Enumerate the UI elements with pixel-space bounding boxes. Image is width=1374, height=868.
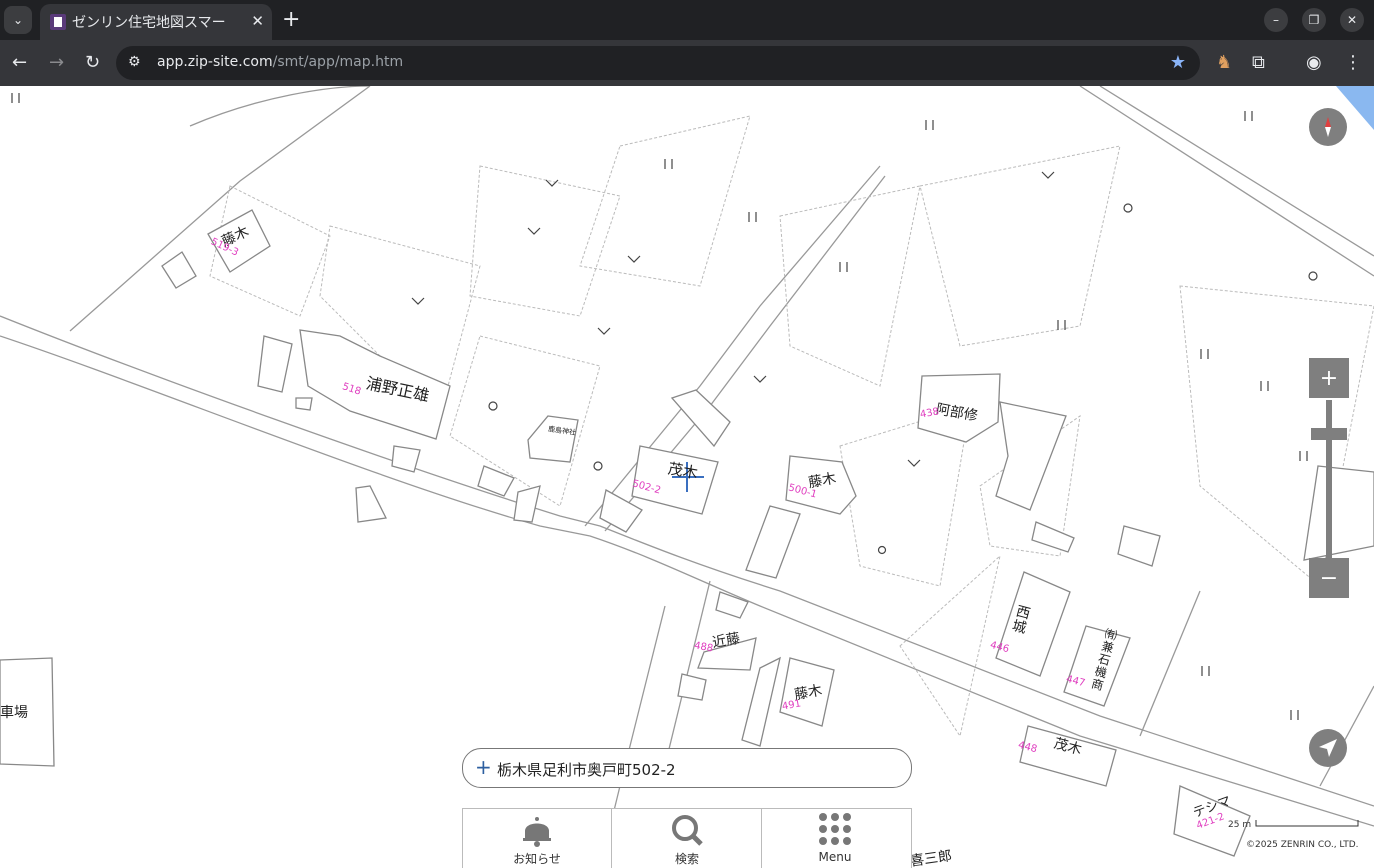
zoom-slider-handle[interactable]	[1311, 428, 1347, 440]
tab-search-button[interactable]: ⌄	[4, 6, 32, 34]
location-arrow-icon	[1319, 739, 1337, 757]
browser-menu-icon[interactable]: ⋮	[1344, 52, 1362, 74]
compass-icon	[1325, 117, 1331, 137]
extension-icon[interactable]: ♞	[1216, 52, 1232, 74]
address-text: 栃木県足利市奥戸町502-2	[497, 761, 676, 779]
menu-label: Menu	[818, 850, 852, 864]
url-path: /smt/app/map.htm	[272, 54, 404, 70]
tab-close-icon[interactable]: ✕	[251, 12, 264, 30]
site-info-icon[interactable]: ⚙	[128, 54, 141, 70]
browser-tab-strip: ⌄ ゼンリン住宅地図スマー ✕ + – ❐ ✕	[0, 0, 1374, 40]
bell-icon	[523, 817, 551, 847]
zoom-out-button[interactable]: −	[1309, 558, 1349, 598]
back-icon[interactable]: ←	[12, 52, 27, 74]
url-host: app.zip-site.com	[157, 54, 273, 70]
zoom-slider-track[interactable]	[1326, 400, 1332, 558]
crosshair-plus-icon: +	[475, 755, 492, 779]
new-tab-icon[interactable]: +	[282, 7, 300, 32]
scale-label: 25 m	[1228, 820, 1252, 830]
map-label-parking: 車場	[0, 705, 28, 721]
notice-label: お知らせ	[513, 852, 561, 866]
search-label: 検索	[674, 852, 699, 866]
forward-icon[interactable]: →	[49, 52, 64, 74]
menu-button[interactable]: Menu	[761, 809, 909, 868]
extensions-puzzle-icon[interactable]: ⧉	[1252, 52, 1265, 74]
address-display[interactable]: + 栃木県足利市奥戸町502-2	[462, 748, 912, 788]
profile-icon[interactable]: ◉	[1306, 52, 1322, 74]
url-text[interactable]: app.zip-site.com/smt/app/map.htm	[157, 54, 403, 70]
zoom-in-button[interactable]: +	[1309, 358, 1349, 398]
bottom-menu-bar: お知らせ 検索 Menu	[462, 808, 912, 868]
notice-button[interactable]: お知らせ	[463, 809, 612, 868]
restore-icon[interactable]: ❐	[1302, 8, 1326, 32]
tab-title: ゼンリン住宅地図スマー	[72, 15, 226, 31]
browser-toolbar: ← → ↻ ⚙ app.zip-site.com/smt/app/map.htm…	[0, 40, 1374, 86]
minimize-icon[interactable]: –	[1264, 8, 1288, 32]
current-location-button[interactable]	[1309, 729, 1347, 767]
close-window-icon[interactable]: ✕	[1340, 8, 1364, 32]
site-favicon-icon	[50, 14, 66, 30]
map-canvas[interactable]: 藤木 519-3 浦野正雄 518 鹿島神社 茂木 502-2 藤木 500-1…	[0, 86, 1374, 868]
search-button[interactable]: 検索	[613, 809, 762, 868]
copyright-text: ©2025 ZENRIN CO., LTD.	[1246, 840, 1359, 850]
search-icon	[672, 815, 703, 846]
bookmark-star-icon[interactable]: ★	[1170, 52, 1186, 73]
address-bar[interactable]: ⚙ app.zip-site.com/smt/app/map.htm ★	[116, 46, 1200, 80]
compass-button[interactable]	[1309, 108, 1347, 146]
reload-icon[interactable]: ↻	[85, 52, 100, 74]
browser-tab[interactable]: ゼンリン住宅地図スマー ✕	[40, 4, 272, 40]
menu-grid-icon	[819, 813, 851, 845]
